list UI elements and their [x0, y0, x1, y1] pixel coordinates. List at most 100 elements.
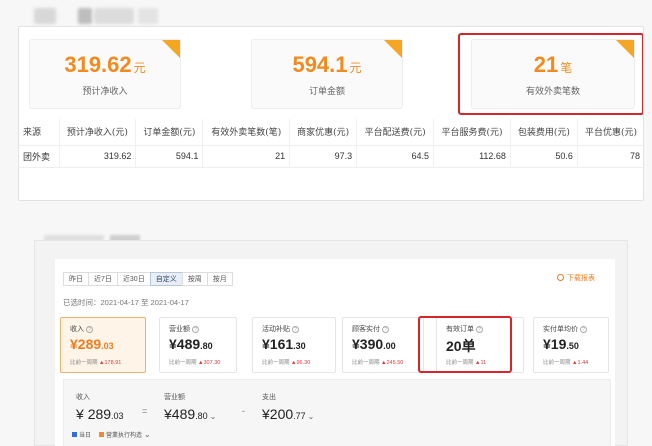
tab-by-week[interactable]: 按周 [181, 272, 208, 286]
blurred-header [34, 8, 56, 24]
formula-expense: 支出 ¥200.77 ⌄ [262, 392, 314, 422]
formula-value: 289 [87, 406, 112, 422]
column-header: 预计净收入(元) [59, 119, 137, 146]
metric-value: ¥161 [262, 336, 294, 352]
compare-value: 96.30 [296, 360, 311, 366]
chevron-down-icon: ⌄ [307, 412, 315, 421]
date-tabs: 昨日 近7日 近30日 自定义 按周 按月 [63, 272, 233, 286]
tab-last-30-days[interactable]: 近30日 [116, 272, 151, 286]
stat-time: 已选时间：2021-04-17 至 2021-04-17 [63, 298, 189, 307]
metric-decimal: .50 [566, 341, 579, 351]
column-header: 平台优惠(元) [577, 119, 643, 146]
download-label: 下载报表 [567, 275, 595, 282]
chart-legend: 当日 营業执行构造 ⌄ [72, 430, 151, 439]
dashboard-content: 昨日 近7日 近30日 自定义 按周 按月 下载报表 已选时间：2021-04-… [55, 259, 615, 446]
table-cell: 50.6 [510, 145, 578, 168]
metric-card-avg-price[interactable]: 实付单均价? ¥19.50 比前一周期 ▲1.44 [533, 317, 609, 373]
column-header: 订单金额(元) [135, 119, 204, 146]
table-row: 团外卖 319.62 594.1 21 97.3 64.5 112.68 50.… [19, 145, 643, 168]
table-cell: 319.62 [59, 145, 137, 168]
compare-value: 178.91 [104, 360, 122, 366]
metric-card-income[interactable]: 收入? ¥289.03 比前一周期 ▲178.91 [60, 317, 146, 373]
metric-card-turnover[interactable]: 营业额? ¥489.80 比前一周期 ▲307.30 [159, 317, 237, 373]
compare-value: 307.30 [203, 360, 221, 366]
highlight-box [418, 316, 512, 373]
column-header: 来源 [19, 119, 60, 146]
stat-value: 319.62 [64, 52, 132, 77]
download-icon [557, 274, 564, 281]
compare-value: 245.50 [386, 360, 404, 366]
column-header: 商家优惠(元) [289, 119, 358, 146]
highlight-box [458, 33, 643, 115]
formula-turnover: 营业额 ¥489.80 ⌄ [164, 392, 216, 422]
formula-value: ¥489 [164, 406, 196, 422]
table-cell: 78 [577, 145, 643, 168]
compare-text: 比前一周期 [70, 360, 98, 366]
formula-decimal: .03 [111, 411, 124, 421]
help-icon: ? [580, 326, 587, 333]
legend-swatch-orange [99, 432, 105, 437]
legend-today: 当日 [79, 433, 92, 439]
formula-decimal: .80 [195, 411, 208, 421]
formula-label: 收入 [76, 394, 90, 401]
chevron-down-icon[interactable]: ⌄ [144, 430, 151, 439]
stat-unit: 元 [133, 61, 146, 75]
formula-decimal: .77 [293, 411, 306, 421]
minus-sign: - [242, 406, 245, 416]
compare-text: 比前一周期 [352, 360, 380, 366]
stat-value: 594.1 [292, 52, 348, 77]
column-header: 平台服务费(元) [433, 119, 511, 146]
table-cell: 64.5 [356, 145, 435, 168]
stat-card-order-amount: 594.1 元 订单金额 [251, 39, 403, 109]
summary-panel: 319.62 元 预计净收入 594.1 元 订单金额 21 笔 有效外卖笔数 来源 … [18, 26, 644, 201]
tab-yesterday[interactable]: 昨日 [63, 272, 89, 286]
column-header: 包装费用(元) [510, 119, 578, 146]
metric-title: 营业额 [169, 326, 190, 333]
table-cell: 112.68 [433, 145, 511, 168]
legend-swatch-blue [72, 432, 77, 437]
metric-value: ¥390 [352, 336, 384, 352]
metric-card-customer-paid[interactable]: 顾客实付? ¥390.00 比前一周期 ▲245.50 [342, 317, 424, 373]
blurred-header [94, 8, 134, 24]
table-cell: 团外卖 [19, 145, 60, 168]
download-report-button[interactable]: 下载报表 [557, 273, 595, 283]
formula-label: 支出 [262, 394, 276, 401]
column-header: 有效外卖笔数(笔) [202, 119, 291, 146]
compare-text: 比前一周期 [543, 360, 571, 366]
tab-by-month[interactable]: 按月 [206, 272, 233, 286]
corner-badge [162, 40, 180, 58]
table-cell: 97.3 [289, 145, 358, 168]
formula-value: ¥200 [262, 406, 294, 422]
metric-value: ¥489 [169, 336, 201, 352]
table-header-row: 来源 预计净收入(元) 订单金额(元) 有效外卖笔数(笔) 商家优惠(元) 平台… [19, 119, 643, 146]
compare-text: 比前一周期 [262, 360, 290, 366]
column-header: 平台配送费(元) [356, 119, 435, 146]
stat-card-net-income: 319.62 元 预计净收入 [29, 39, 181, 109]
blurred-header [78, 8, 92, 24]
stat-label: 订单金额 [308, 87, 345, 97]
summary-table: 来源 预计净收入(元) 订单金额(元) 有效外卖笔数(笔) 商家优惠(元) 平台… [19, 119, 643, 168]
tab-last-7-days[interactable]: 近7日 [88, 272, 118, 286]
metric-title: 收入 [70, 326, 84, 333]
help-icon: ? [192, 326, 199, 333]
metric-decimal: .00 [383, 341, 396, 351]
tab-custom[interactable]: 自定义 [149, 272, 183, 286]
compare-value: 1.44 [577, 360, 589, 366]
help-icon: ? [292, 326, 299, 333]
metric-decimal: .80 [200, 341, 213, 351]
metric-decimal: .30 [293, 341, 306, 351]
help-icon: ? [86, 326, 93, 333]
dashboard-panel: 昨日 近7日 近30日 自定义 按周 按月 下载报表 已选时间：2021-04-… [34, 240, 628, 446]
legend-composition: 营業执行构造 [106, 433, 143, 439]
stat-unit: 元 [349, 61, 362, 75]
stat-label: 预计净收入 [82, 87, 128, 97]
chevron-down-icon: ⌄ [209, 412, 217, 421]
income-formula: 收入 ¥ 289.03 = 营业额 ¥489.80 ⌄ - 支出 ¥200.77 ⌄… [63, 379, 611, 446]
metric-decimal: .03 [101, 341, 114, 351]
equals-sign: = [142, 406, 148, 416]
metric-title: 实付单均价 [543, 326, 578, 333]
table-cell: 594.1 [135, 145, 204, 168]
metric-card-subsidy[interactable]: 活动补贴? ¥161.30 比前一周期 ▲96.30 [252, 317, 336, 373]
metric-title: 活动补贴 [262, 326, 290, 333]
compare-text: 比前一周期 [169, 360, 197, 366]
